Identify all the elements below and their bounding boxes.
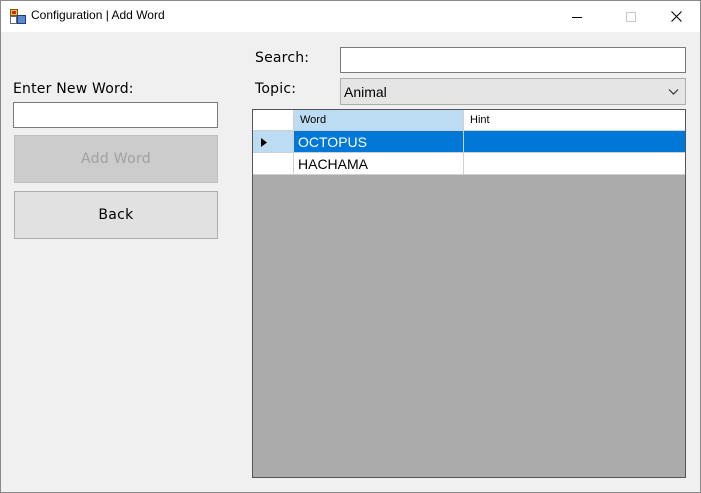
app-window: Configuration | Add Word Enter New Word:… [0,0,701,493]
search-label: Search: [255,50,310,66]
topic-dropdown[interactable]: Animal [340,78,686,105]
add-word-button[interactable]: Add Word [14,135,218,183]
title-bar[interactable]: Configuration | Add Word [1,1,700,32]
new-word-label: Enter New Word: [13,81,134,97]
column-header-word[interactable]: Word [294,110,464,131]
table-row[interactable]: OCTOPUS [253,131,685,153]
words-grid[interactable]: Word Hint OCTOPUS HACHAMA [252,109,686,478]
column-header-hint[interactable]: Hint [464,110,685,131]
hint-cell[interactable] [464,131,685,153]
chevron-down-icon [668,89,679,95]
new-word-input[interactable] [13,102,218,128]
hint-cell[interactable] [464,153,685,175]
topic-selected-value: Animal [344,84,387,100]
topic-label: Topic: [255,81,297,97]
app-icon [10,9,26,24]
search-input[interactable] [340,47,686,73]
row-pointer-icon [261,138,267,147]
word-cell[interactable]: HACHAMA [294,153,464,175]
row-header[interactable] [253,153,294,175]
row-header[interactable] [253,131,294,153]
word-cell[interactable]: OCTOPUS [294,131,464,153]
maximize-button[interactable] [608,1,654,32]
table-row[interactable]: HACHAMA [253,153,685,175]
close-icon [670,11,682,22]
grid-header: Word Hint [253,110,685,131]
close-button[interactable] [653,1,699,32]
window-title: Configuration | Add Word [31,8,165,22]
minimize-icon [572,16,582,18]
minimize-button[interactable] [554,1,600,32]
maximize-icon [626,11,636,22]
back-button[interactable]: Back [14,191,218,239]
grid-corner-cell[interactable] [253,110,294,131]
